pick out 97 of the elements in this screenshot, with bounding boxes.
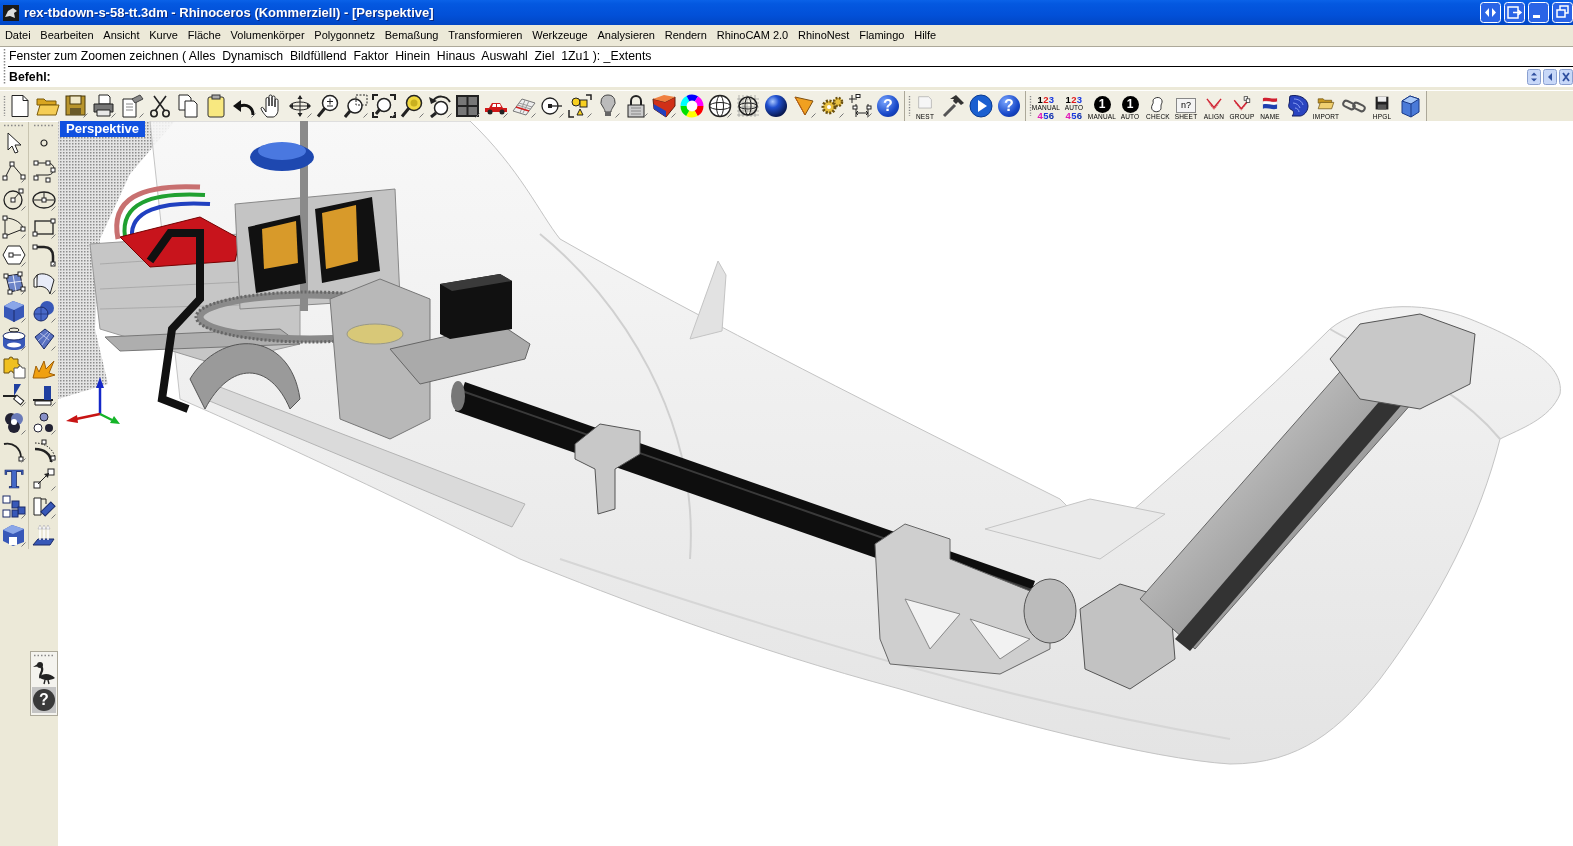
menu-item[interactable]: Analysieren [592,25,660,46]
grip-icon[interactable] [33,124,54,127]
control-curve-icon[interactable] [31,159,56,183]
menu-item[interactable]: Bemaßung [379,25,444,46]
menu-item[interactable]: Hilfe [909,25,942,46]
sheet-badge: n? [1176,98,1196,113]
menu-item[interactable]: RhinoCAM 2.0 [711,25,794,46]
zoom-selected-icon[interactable] [400,94,424,118]
circle-icon[interactable] [2,187,26,211]
cube-icon[interactable] [1398,94,1422,118]
minimize-icon[interactable] [1528,2,1549,23]
puzzle-icon[interactable] [2,355,26,379]
help-button[interactable]: ? [998,95,1020,117]
grip-icon[interactable] [4,124,24,127]
help-button[interactable]: ? [33,689,55,711]
cone-icon[interactable] [792,94,816,118]
dimension-icon[interactable] [848,94,872,118]
trim-icon[interactable] [2,383,26,407]
grip-icon[interactable] [34,654,54,657]
spinner-icon[interactable] [1527,69,1541,85]
shapes-icon[interactable] [568,94,592,118]
grip-icon[interactable] [3,95,6,117]
menu-item[interactable]: Polygonnetz [309,25,380,46]
menu-item[interactable]: Flamingo [854,25,910,46]
zoom-extents-icon[interactable] [372,94,396,118]
cube-icon[interactable] [2,299,26,323]
spheres-icon[interactable] [31,299,56,323]
grip-icon[interactable] [1029,95,1032,117]
polyline-icon[interactable] [2,159,26,183]
menu-item[interactable]: Werkzeuge [527,25,593,46]
shaded-shape-icon[interactable] [652,94,676,118]
new-file-icon[interactable] [8,94,32,118]
swirl-icon[interactable] [1286,94,1310,118]
help-button[interactable]: ? [877,95,899,117]
cylinder-icon[interactable] [2,327,26,351]
grip-icon[interactable] [908,95,911,117]
rotate-box-icon[interactable] [31,495,56,519]
menu-item[interactable]: Bearbeiten [35,25,99,46]
menu-item[interactable]: RhinoNest [793,25,855,46]
servo [440,274,512,339]
bird-icon[interactable] [32,661,56,685]
swashplate [250,142,314,171]
copy-icon[interactable] [176,94,200,118]
menu-item[interactable]: Datei [0,25,36,46]
overlapping-circles-icon[interactable] [2,411,26,435]
viewport-title[interactable]: Perspektive [60,121,145,137]
command-prompt: Befehl: [9,70,51,84]
paste-icon[interactable] [204,94,228,118]
color-wheel-icon[interactable] [680,94,704,118]
chevron-squares-icon[interactable] [1231,96,1253,113]
fillet-curve-icon[interactable] [31,243,56,267]
menu-item[interactable]: Fläche [182,25,226,46]
tiles-icon[interactable] [2,495,26,519]
command-history: Fenster zum Zoomen zeichnen ( Alles Dynamisch Bildfüllend Faktor Hinein Hinaus Auswahl Ziel 1Zu1 ): _Extents [8,47,1573,67]
mesh-sphere-icon[interactable] [736,94,760,118]
polygon-icon[interactable] [2,215,26,239]
zoom-undo-icon[interactable] [428,94,452,118]
hammer-icon[interactable] [941,94,965,118]
menu-item[interactable]: Kurve [144,25,183,46]
orbit-icon[interactable] [288,94,312,118]
point-icon[interactable] [39,139,48,147]
document-arrow-icon[interactable] [120,94,144,118]
play-icon[interactable] [969,94,993,118]
lock-icon[interactable] [624,94,648,118]
wire-sphere-icon[interactable] [708,94,732,118]
viewport-grid-icon[interactable] [456,94,480,118]
menu-item[interactable]: Volumenkörper [225,25,310,46]
number-badge: 1 [1093,96,1111,113]
pinion-gear [346,323,404,345]
menu-item[interactable]: Ansicht [98,25,145,46]
three-circles-icon[interactable] [31,411,56,435]
sphere-icon[interactable] [764,94,788,118]
circle-snap-icon[interactable] [540,94,564,118]
restore-icon[interactable] [1552,2,1573,23]
menu-item[interactable]: Transformieren [443,25,528,46]
zoom-icon[interactable] [316,94,340,118]
gears-icon[interactable] [820,94,844,118]
grip-icon[interactable] [3,48,6,86]
surface-points-icon[interactable] [2,271,26,295]
cut-icon[interactable] [148,94,172,118]
solid-box-icon[interactable] [2,523,26,547]
plane-arrows-icon[interactable] [31,523,56,547]
menu-item[interactable]: Rendern [659,25,712,46]
hexagon-icon[interactable] [2,243,26,267]
number-badge: 1 [1121,96,1139,113]
axes-icon [66,377,120,424]
print-icon[interactable] [92,94,116,118]
text-tool-button[interactable]: T [4,466,24,492]
zoom-window-icon[interactable] [344,94,368,118]
save-icon[interactable] [64,94,88,118]
close-icon[interactable] [1559,69,1573,85]
scale-icon[interactable] [31,467,56,491]
split-icon[interactable] [31,383,56,407]
app-icon [3,4,19,21]
rectangle-icon[interactable] [31,215,56,239]
curved-surface-icon[interactable] [31,271,56,295]
window-title: rex-tbdown-s-58-tt.3dm - Rhinoceros (Kommerziell) - [Perspektive] [24,5,434,20]
